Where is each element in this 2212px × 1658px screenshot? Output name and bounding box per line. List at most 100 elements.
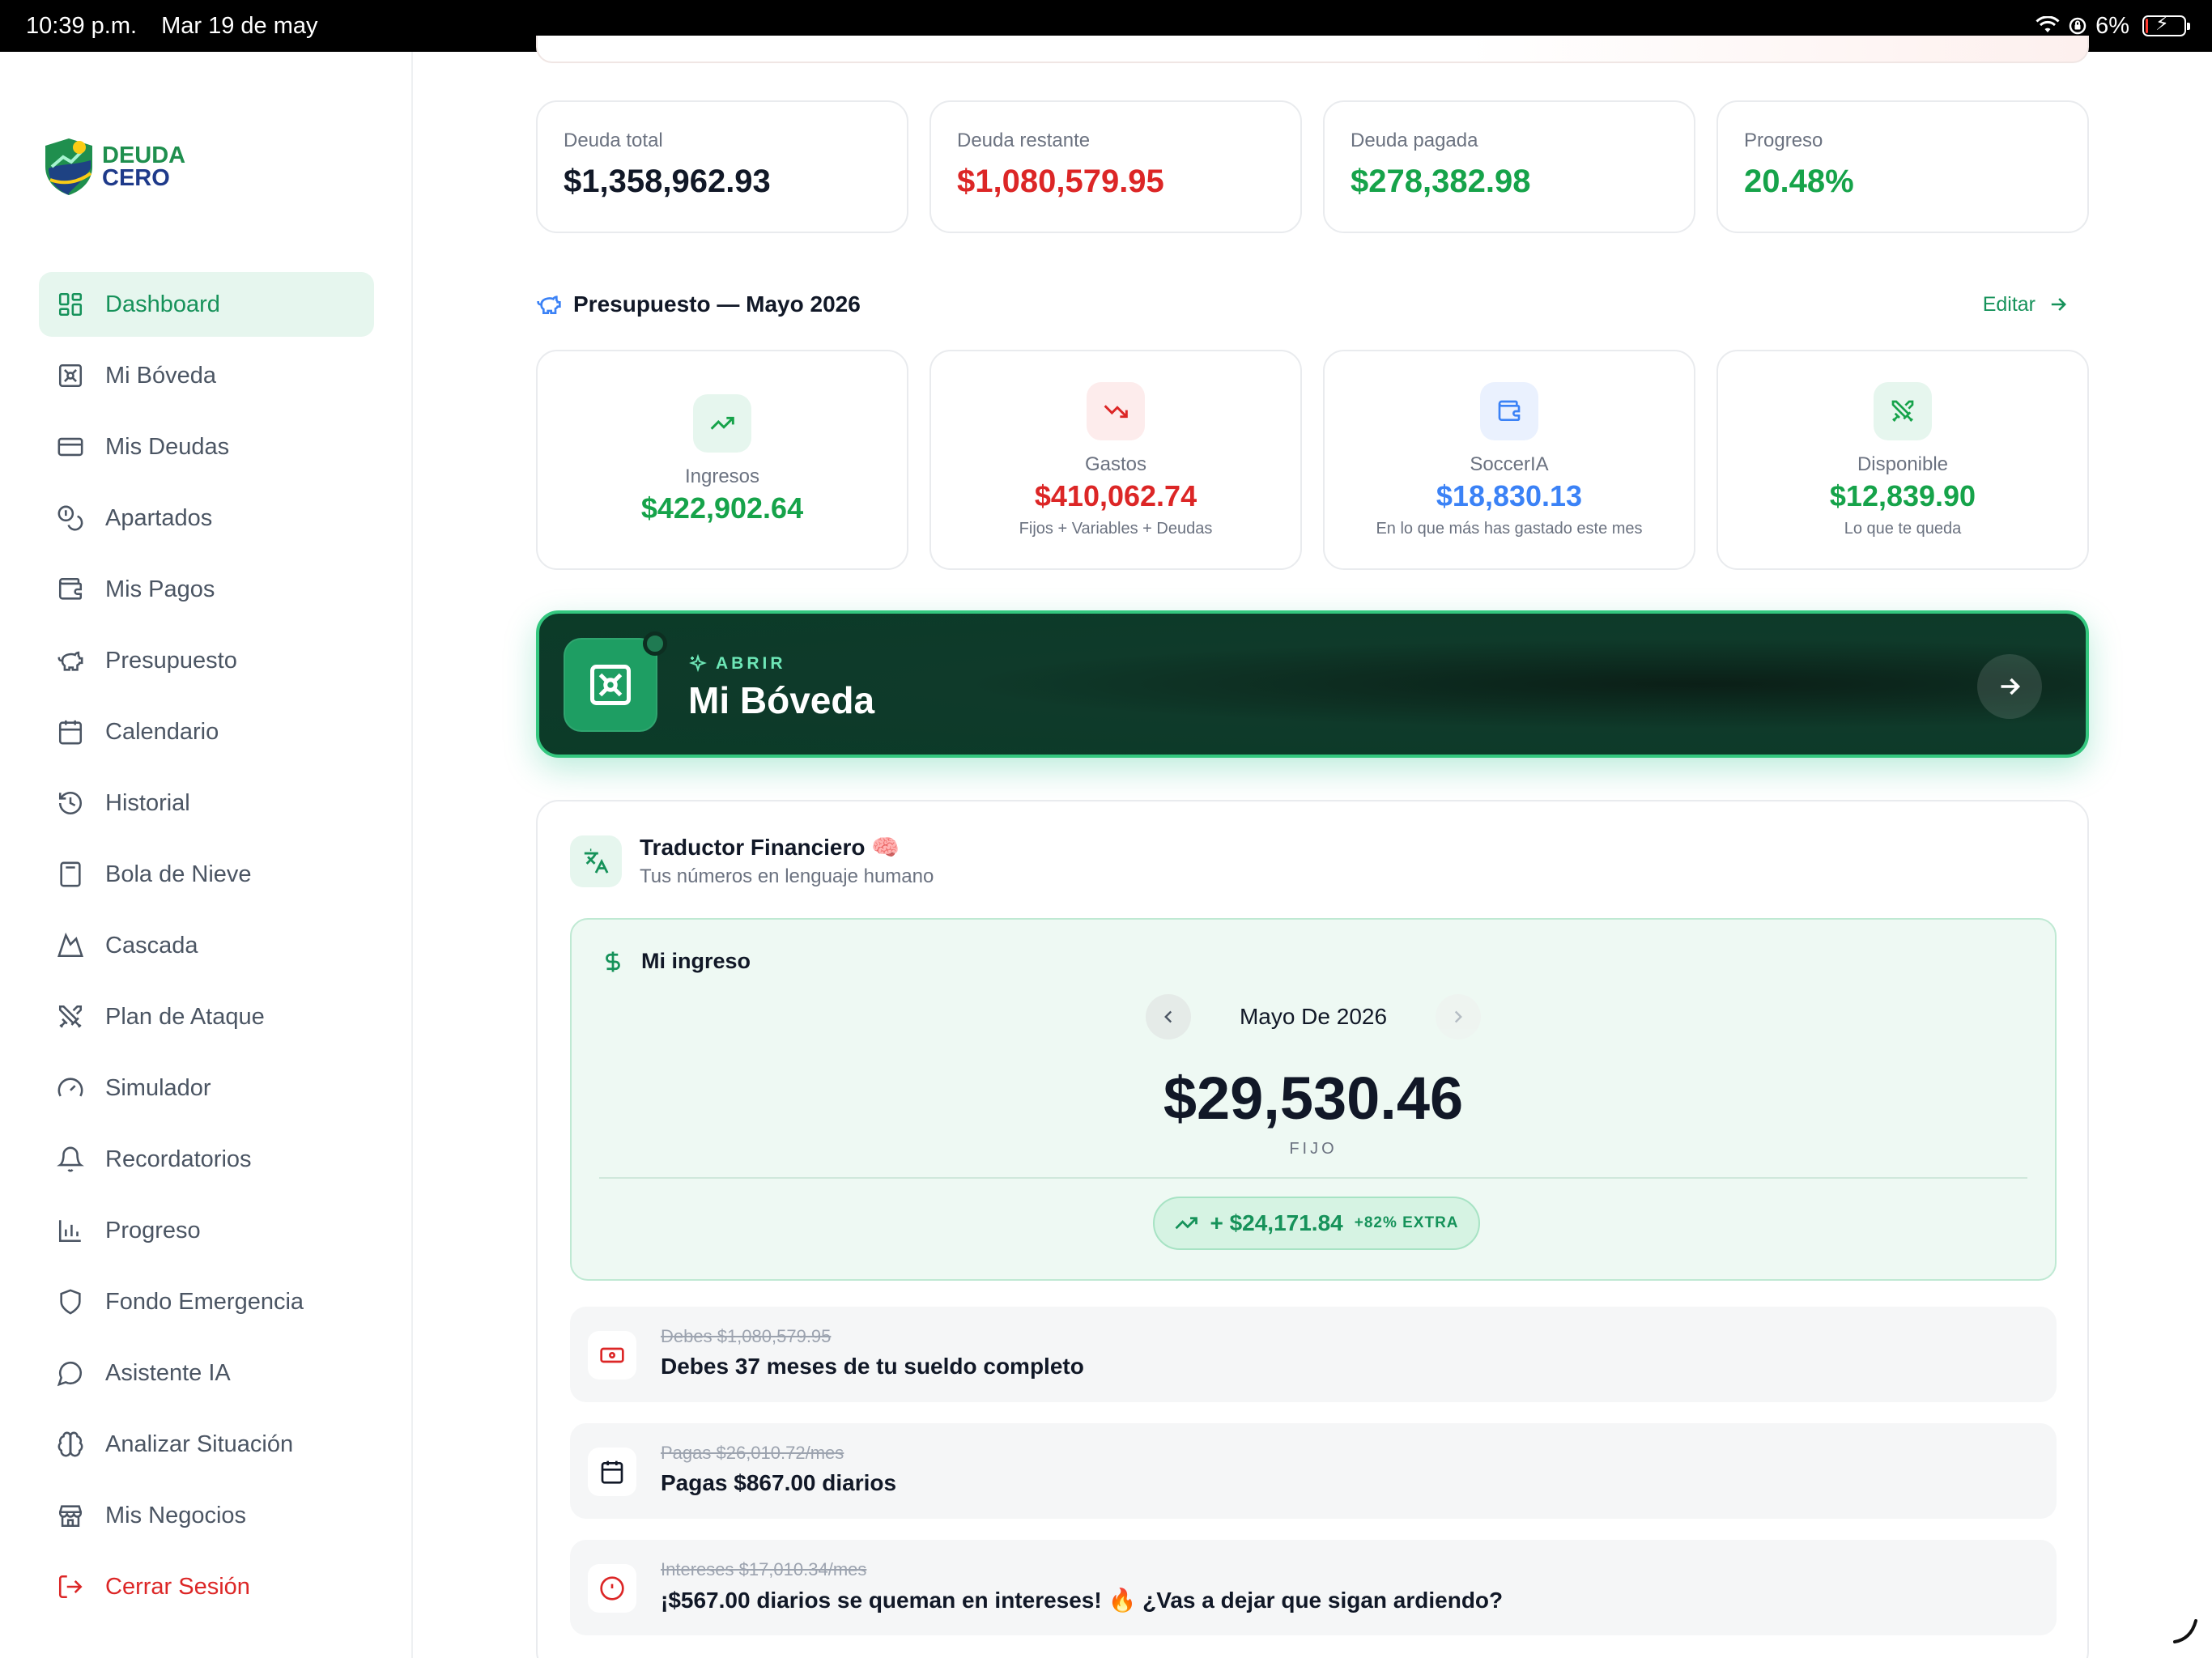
charging-bolt-icon: ⚡ — [2155, 13, 2169, 35]
fact-translated-text: ¡$567.00 diarios se queman en intereses!… — [661, 1588, 1504, 1613]
next-month-button[interactable] — [1436, 994, 1482, 1039]
sidebar-item-label: Bola de Nieve — [105, 861, 252, 887]
sidebar-item-businesses[interactable]: Mis Negocios — [39, 1483, 374, 1548]
budget-card-label: Gastos — [1084, 453, 1147, 475]
budget-title-text: Presupuesto — Mayo 2026 — [573, 291, 861, 317]
sidebar-item-calendar[interactable]: Calendario — [39, 699, 374, 764]
sidebar-item-history[interactable]: Historial — [39, 771, 374, 835]
battery-percent: 6% — [2095, 12, 2129, 39]
shield-logo-icon — [45, 138, 92, 195]
vault-banner-tag: ABRIR — [688, 654, 786, 674]
stat-value: $1,358,962.93 — [564, 164, 771, 199]
sidebar-item-dashboard[interactable]: Dashboard — [39, 272, 374, 337]
stat-label: Progreso — [1744, 130, 1823, 151]
sidebar-item-label: Mis Pagos — [105, 576, 215, 602]
sidebar-item-label: Dashboard — [105, 291, 220, 317]
divider — [599, 1177, 2027, 1179]
dashboard-icon — [58, 292, 83, 317]
sidebar-item-debts[interactable]: Mis Deudas — [39, 414, 374, 479]
vault-banner[interactable]: ABRIR Mi Bóveda — [536, 610, 2089, 758]
sidebar-item-label: Analizar Situación — [105, 1431, 294, 1457]
sidebar-item-analyze[interactable]: Analizar Situación — [39, 1412, 374, 1477]
sidebar-item-label: Progreso — [105, 1217, 201, 1244]
app-logo[interactable]: DEUDA CERO — [42, 136, 185, 198]
stat-label: Deuda restante — [957, 130, 1091, 151]
cash-icon — [588, 1331, 636, 1380]
sidebar-item-label: Historial — [105, 789, 190, 816]
chevron-left-icon — [1164, 1010, 1172, 1023]
sidebar-item-vault[interactable]: Mi Bóveda — [39, 343, 374, 408]
sidebar-item-emergency-fund[interactable]: Fondo Emergencia — [39, 1269, 374, 1334]
sidebar-item-ai-assistant[interactable]: Asistente IA — [39, 1341, 374, 1405]
translator-title: Traductor Financiero 🧠 — [640, 835, 900, 860]
swords-icon — [1874, 381, 1932, 440]
sidebar-item-attack-plan[interactable]: Plan de Ataque — [39, 984, 374, 1049]
budget-edit-link[interactable]: Editar — [1983, 293, 2069, 317]
status-time: 10:39 p.m. — [26, 12, 138, 39]
piggy-bank-icon — [57, 651, 83, 671]
stat-label: Deuda pagada — [1351, 130, 1478, 151]
sidebar-item-label: Mi Bóveda — [105, 362, 217, 389]
budget-title: Presupuesto — Mayo 2026 — [536, 291, 861, 317]
brain-icon — [57, 1431, 83, 1457]
extra-income-amount: + $24,171.84 — [1210, 1210, 1343, 1235]
sidebar-item-simulator[interactable]: Simulador — [39, 1056, 374, 1120]
income-heading: Mi ingreso — [601, 949, 751, 974]
logo-line-1: DEUDA — [102, 142, 186, 168]
sidebar-item-label: Presupuesto — [105, 647, 237, 674]
trending-up-icon — [693, 394, 751, 453]
stat-remaining-debt: Deuda restante $1,080,579.95 — [929, 100, 1302, 233]
sidebar-item-savings[interactable]: Apartados — [39, 486, 374, 551]
budget-card-income[interactable]: Ingresos $422,902.64 — [536, 350, 908, 570]
sidebar-nav: Dashboard Mi Bóveda Mis Deudas Apartados… — [39, 272, 374, 1626]
sidebar-item-snowball[interactable]: Bola de Nieve — [39, 842, 374, 907]
sidebar-item-label: Plan de Ataque — [105, 1003, 265, 1030]
wallet-icon — [1480, 381, 1538, 440]
sidebar-item-budget[interactable]: Presupuesto — [39, 628, 374, 693]
budget-card-top-spend[interactable]: SoccerIA $18,830.13 En lo que más has ga… — [1323, 350, 1695, 570]
coins-icon — [57, 505, 83, 531]
budget-card-expenses[interactable]: Gastos $410,062.74 Fijos + Variables + D… — [929, 350, 1302, 570]
sidebar-item-label: Calendario — [105, 718, 219, 745]
month-selector: Mayo De 2026 — [572, 994, 2055, 1039]
sidebar-item-payments[interactable]: Mis Pagos — [39, 557, 374, 622]
budget-card-available[interactable]: Disponible $12,839.90 Lo que te queda — [1716, 350, 2089, 570]
translate-icon — [570, 835, 622, 887]
stat-label: Deuda total — [564, 130, 663, 151]
budget-card-value: $422,902.64 — [640, 491, 804, 525]
battery-icon: ⚡ — [2142, 13, 2190, 36]
budget-card-label: SoccerIA — [1470, 453, 1549, 475]
budget-card-subtitle: Lo que te queda — [1844, 519, 1962, 538]
fact-debt-months: Debes $1,080,579.95 Debes 37 meses de tu… — [570, 1307, 2057, 1402]
sidebar-item-label: Mis Negocios — [105, 1502, 247, 1528]
budget-card-value: $18,830.13 — [1436, 478, 1583, 512]
fact-translated-text: Pagas $867.00 diarios — [661, 1470, 897, 1495]
fact-original-text: Debes $1,080,579.95 — [661, 1326, 832, 1346]
logo-line-2: CERO — [102, 165, 170, 191]
budget-card-value: $12,839.90 — [1829, 478, 1976, 512]
trending-down-icon — [1087, 381, 1145, 440]
wifi-icon — [2035, 16, 2060, 32]
sidebar-item-reminders[interactable]: Recordatorios — [39, 1127, 374, 1192]
sidebar-item-logout[interactable]: Cerrar Sesión — [39, 1554, 374, 1619]
sidebar-item-label: Fondo Emergencia — [105, 1288, 304, 1315]
sidebar-item-cascade[interactable]: Cascada — [39, 913, 374, 978]
wallet-icon — [58, 577, 83, 600]
scrolled-card-edge — [536, 36, 2089, 63]
mountain-icon — [57, 932, 83, 958]
previous-month-button[interactable] — [1145, 994, 1191, 1039]
budget-card-value: $410,062.74 — [1034, 478, 1197, 512]
calendar-icon — [58, 720, 83, 745]
calculator-icon — [60, 861, 81, 887]
fact-original-text: Intereses $17,010.34/mes — [661, 1559, 867, 1579]
arrow-right-icon — [2001, 678, 2021, 695]
bar-chart-icon — [58, 1220, 81, 1243]
store-icon — [58, 1505, 83, 1528]
budget-edit-label: Editar — [1982, 292, 2035, 316]
fact-daily-payment: Pagas $26,010.72/mes Pagas $867.00 diari… — [570, 1423, 2057, 1519]
budget-card-subtitle: Fijos + Variables + Deudas — [1019, 519, 1213, 538]
vault-open-button[interactable] — [1977, 654, 2042, 719]
sidebar-item-progress[interactable]: Progreso — [39, 1198, 374, 1263]
stat-value: 20.48% — [1744, 164, 1854, 199]
financial-translator: Traductor Financiero 🧠 Tus números en le… — [536, 800, 2089, 1658]
